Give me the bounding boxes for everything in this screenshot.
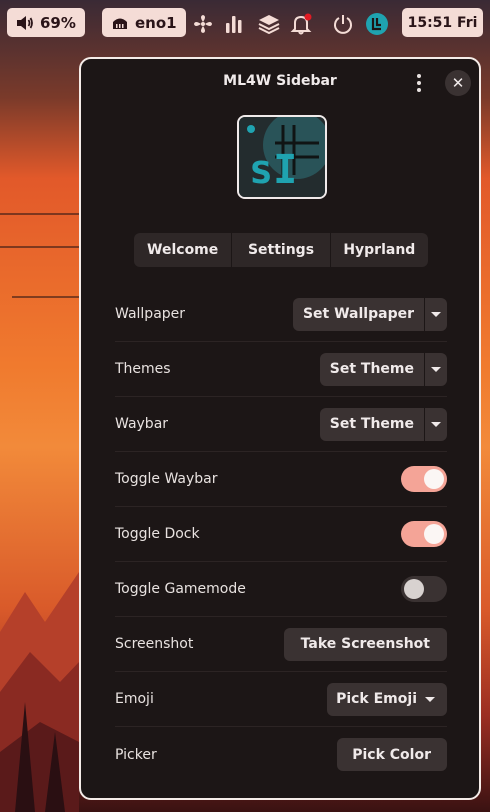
row-waybar: Waybar Set Theme (115, 397, 447, 452)
row-label: Waybar (115, 416, 169, 432)
waybar-theme-split-button: Set Theme (319, 407, 447, 441)
sidebar-window: ML4W Sidebar ✕ sI Welcome Settings Hyprl… (79, 57, 481, 800)
themes-dropdown-button[interactable] (424, 352, 447, 386)
row-toggle-gamemode: Toggle Gamemode (115, 562, 447, 617)
row-label: Wallpaper (115, 306, 186, 322)
network-label: eno1 (135, 13, 177, 32)
tab-welcome[interactable]: Welcome (134, 233, 233, 267)
row-label: Emoji (115, 691, 154, 707)
row-label: Themes (115, 361, 171, 377)
chevron-down-icon (425, 696, 435, 702)
row-themes: Themes Set Theme (115, 342, 447, 397)
speaker-icon (17, 15, 33, 30)
row-picker: Picker Pick Color (115, 727, 447, 782)
equalizer-icon[interactable] (221, 11, 247, 37)
set-theme-button[interactable]: Set Theme (320, 353, 424, 386)
wallpaper-stripe (0, 213, 79, 215)
row-emoji: Emoji Pick Emoji (115, 672, 447, 727)
tab-settings[interactable]: Settings (232, 233, 331, 267)
row-label: Screenshot (115, 636, 194, 652)
switch-knob (424, 524, 444, 544)
close-icon: ✕ (451, 74, 465, 92)
ethernet-icon (113, 18, 127, 29)
more-options-icon[interactable] (411, 71, 427, 95)
volume-widget[interactable]: 69% (7, 8, 85, 37)
row-wallpaper: Wallpaper Set Wallpaper (115, 287, 447, 342)
row-label: Toggle Gamemode (115, 581, 246, 597)
svg-text:sI: sI (249, 147, 297, 193)
ml4w-logo: sI (237, 115, 327, 199)
fan-icon[interactable] (190, 11, 216, 37)
wallpaper-stripe (12, 296, 79, 298)
chevron-down-icon (431, 366, 441, 372)
wallpaper-dropdown-button[interactable] (424, 297, 447, 331)
network-widget[interactable]: eno1 (102, 8, 186, 37)
wallpaper-tree (45, 732, 65, 812)
chevron-down-icon (431, 421, 441, 427)
clock-widget[interactable]: 15:51 Fri (402, 8, 483, 37)
pick-emoji-menu-button[interactable]: Pick Emoji (327, 682, 447, 716)
set-wallpaper-button[interactable]: Set Wallpaper (293, 298, 424, 331)
tab-bar: Welcome Settings Hyprland (134, 233, 428, 267)
set-waybar-theme-button[interactable]: Set Theme (320, 408, 424, 441)
clock-label: 15:51 Fri (407, 14, 478, 31)
toggle-dock-switch[interactable] (401, 521, 447, 547)
take-screenshot-button[interactable]: Take Screenshot (283, 627, 447, 661)
row-label: Picker (115, 746, 157, 763)
top-bar: 69% eno1 15:51 Fri (0, 8, 490, 40)
row-toggle-waybar: Toggle Waybar (115, 452, 447, 507)
close-button[interactable]: ✕ (445, 70, 471, 96)
row-label: Toggle Waybar (115, 471, 218, 487)
ml4w-avatar-icon[interactable] (364, 11, 390, 37)
row-toggle-dock: Toggle Dock (115, 507, 447, 562)
waybar-dropdown-button[interactable] (424, 407, 447, 441)
row-screenshot: Screenshot Take Screenshot (115, 617, 447, 672)
wallpaper-stripe (0, 246, 79, 248)
volume-value: 69% (40, 13, 76, 32)
wallpaper-tree (15, 702, 35, 812)
settings-list: Wallpaper Set Wallpaper Themes Set Theme… (115, 287, 447, 782)
tab-hyprland[interactable]: Hyprland (331, 233, 428, 267)
toggle-gamemode-switch[interactable] (401, 576, 447, 602)
set-theme-split-button: Set Theme (319, 352, 447, 386)
pick-color-button[interactable]: Pick Color (337, 738, 447, 771)
toggle-waybar-switch[interactable] (401, 466, 447, 492)
row-label: Toggle Dock (115, 526, 200, 542)
power-icon[interactable] (330, 11, 356, 37)
notification-bell-icon[interactable] (288, 11, 314, 37)
notification-dot (304, 13, 312, 21)
switch-knob (424, 469, 444, 489)
layers-icon[interactable] (256, 11, 282, 37)
switch-knob (404, 579, 424, 599)
pick-emoji-label: Pick Emoji (336, 691, 417, 707)
set-wallpaper-split-button: Set Wallpaper (292, 297, 447, 331)
wallpaper-mountains (0, 572, 79, 812)
chevron-down-icon (431, 311, 441, 317)
